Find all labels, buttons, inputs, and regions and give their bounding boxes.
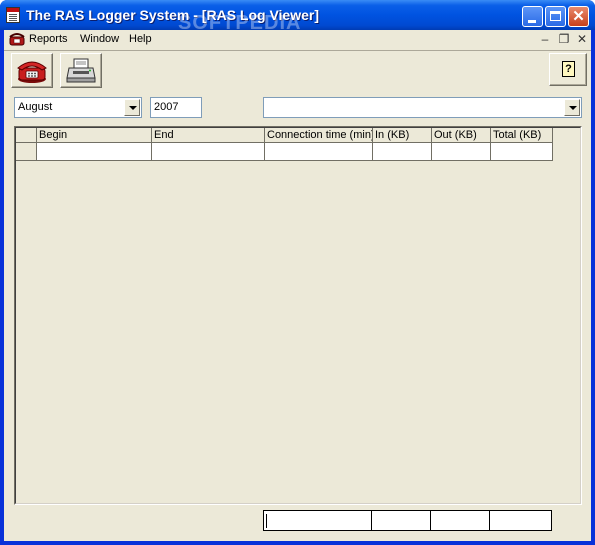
year-value: 2007 — [154, 101, 179, 113]
maximize-button[interactable] — [545, 6, 566, 27]
minimize-button[interactable] — [522, 6, 543, 27]
menu-window[interactable]: Window — [77, 32, 122, 47]
mdi-close-button[interactable]: ✕ — [574, 32, 590, 46]
app-window: The RAS Logger System - [RAS Log Viewer]… — [0, 0, 595, 545]
column-header-out[interactable]: Out (KB) — [432, 128, 491, 143]
restore-icon: ❐ — [558, 32, 570, 46]
minimize-icon — [528, 20, 536, 23]
minimize-icon: – — [541, 32, 549, 46]
year-input[interactable]: 2007 — [150, 97, 202, 118]
month-value: August — [18, 101, 53, 113]
log-table[interactable]: Begin End Connection time (min) In (KB) … — [14, 126, 582, 505]
table-cell-in[interactable] — [373, 143, 432, 161]
help-button[interactable]: ? — [549, 53, 587, 86]
menu-help[interactable]: Help — [126, 32, 155, 47]
table-cell-end[interactable] — [152, 143, 265, 161]
text-caret — [266, 514, 267, 528]
row-header[interactable] — [16, 143, 37, 161]
close-icon: ✕ — [572, 8, 585, 25]
total-out-field[interactable] — [431, 510, 490, 531]
app-icon[interactable] — [6, 7, 20, 23]
chevron-down-icon[interactable] — [124, 99, 140, 116]
table-cell-begin[interactable] — [37, 143, 152, 161]
table-cell-out[interactable] — [432, 143, 491, 161]
menu-reports[interactable]: Reports — [26, 32, 71, 47]
chevron-down-icon[interactable] — [564, 99, 580, 116]
menu-divider — [4, 50, 591, 51]
column-header-end[interactable]: End — [152, 128, 265, 143]
column-header-begin[interactable]: Begin — [37, 128, 152, 143]
dial-button[interactable] — [11, 53, 53, 88]
mdi-restore-button[interactable]: ❐ — [556, 32, 572, 46]
row-header-corner[interactable] — [16, 128, 37, 143]
column-header-in[interactable]: In (KB) — [373, 128, 432, 143]
menu-bar: Reports Window Help – ❐ ✕ — [4, 30, 591, 49]
total-in-field[interactable] — [372, 510, 431, 531]
column-header-connection-time[interactable]: Connection time (min) — [265, 128, 373, 143]
mdi-minimize-button[interactable]: – — [537, 32, 553, 46]
maximize-icon — [550, 11, 561, 21]
total-connection-time-field[interactable] — [263, 510, 372, 531]
title-bar[interactable]: The RAS Logger System - [RAS Log Viewer]… — [0, 0, 595, 34]
client-area: Reports Window Help – ❐ ✕ ? August 2007 … — [4, 30, 591, 541]
log-table-inner: Begin End Connection time (min) In (KB) … — [15, 127, 581, 504]
printer-icon — [66, 58, 96, 83]
close-button[interactable]: ✕ — [568, 6, 589, 27]
total-total-field[interactable] — [490, 510, 552, 531]
column-header-total[interactable]: Total (KB) — [491, 128, 553, 143]
table-cell-total[interactable] — [491, 143, 553, 161]
print-button[interactable] — [60, 53, 102, 88]
close-icon: ✕ — [576, 32, 588, 46]
telephone-icon[interactable] — [9, 32, 25, 46]
help-icon: ? — [562, 61, 575, 77]
table-cell-connection-time[interactable] — [265, 143, 373, 161]
telephone-icon — [17, 61, 47, 83]
connection-select[interactable] — [263, 97, 582, 118]
month-select[interactable]: August — [14, 97, 142, 118]
